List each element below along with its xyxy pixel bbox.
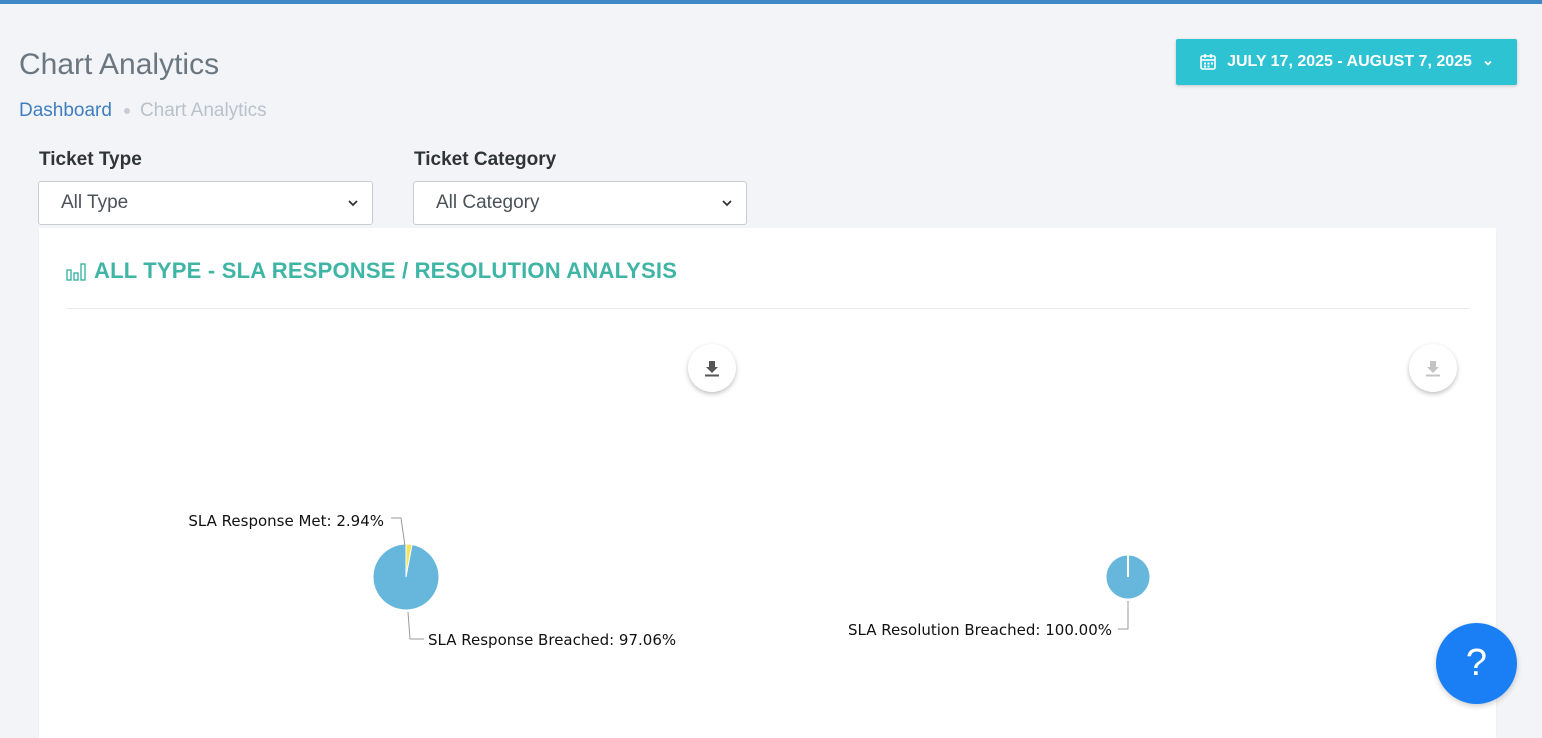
date-range-label: JULY 17, 2025 - AUGUST 7, 2025	[1227, 53, 1472, 70]
ticket-category-label: Ticket Category	[414, 149, 557, 170]
pie-data-label: SLA Response Breached: 97.06%	[428, 631, 676, 649]
chevron-down-icon	[722, 200, 732, 207]
ticket-type-label: Ticket Type	[39, 149, 142, 170]
sla-pie-charts: SLA Response Met: 2.94% SLA Response Brea…	[188, 512, 1151, 649]
chevron-down-icon	[348, 200, 358, 207]
calendar-icon	[1199, 53, 1217, 71]
ticket-type-value: All Type	[61, 192, 129, 213]
ticket-category-value: All Category	[436, 192, 540, 213]
help-button[interactable]: ?	[1436, 623, 1517, 704]
pie-label-leader	[391, 517, 406, 547]
top-accent-bar	[0, 0, 1542, 4]
chevron-down-icon	[1482, 56, 1494, 68]
breadcrumb-dashboard-link[interactable]: Dashboard	[19, 100, 112, 122]
pie-slice	[372, 543, 440, 611]
sla-analysis-card: ALL TYPE - SLA RESPONSE / RESOLUTION ANA…	[39, 228, 1496, 738]
breadcrumb: Dashboard Chart Analytics	[19, 100, 267, 122]
pie-label-leader	[407, 611, 424, 640]
pie-data-label: SLA Response Met: 2.94%	[188, 512, 384, 530]
breadcrumb-separator	[123, 108, 130, 114]
ticket-category-select[interactable]: All Category	[413, 181, 747, 225]
date-range-button[interactable]: JULY 17, 2025 - AUGUST 7, 2025	[1176, 39, 1517, 85]
pie-data-label: SLA Resolution Breached: 100.00%	[848, 621, 1112, 639]
pie-label-leader	[1118, 601, 1129, 630]
ticket-type-select[interactable]: All Type	[38, 181, 373, 225]
breadcrumb-current: Chart Analytics	[139, 100, 267, 121]
page-title: Chart Analytics	[19, 48, 220, 81]
